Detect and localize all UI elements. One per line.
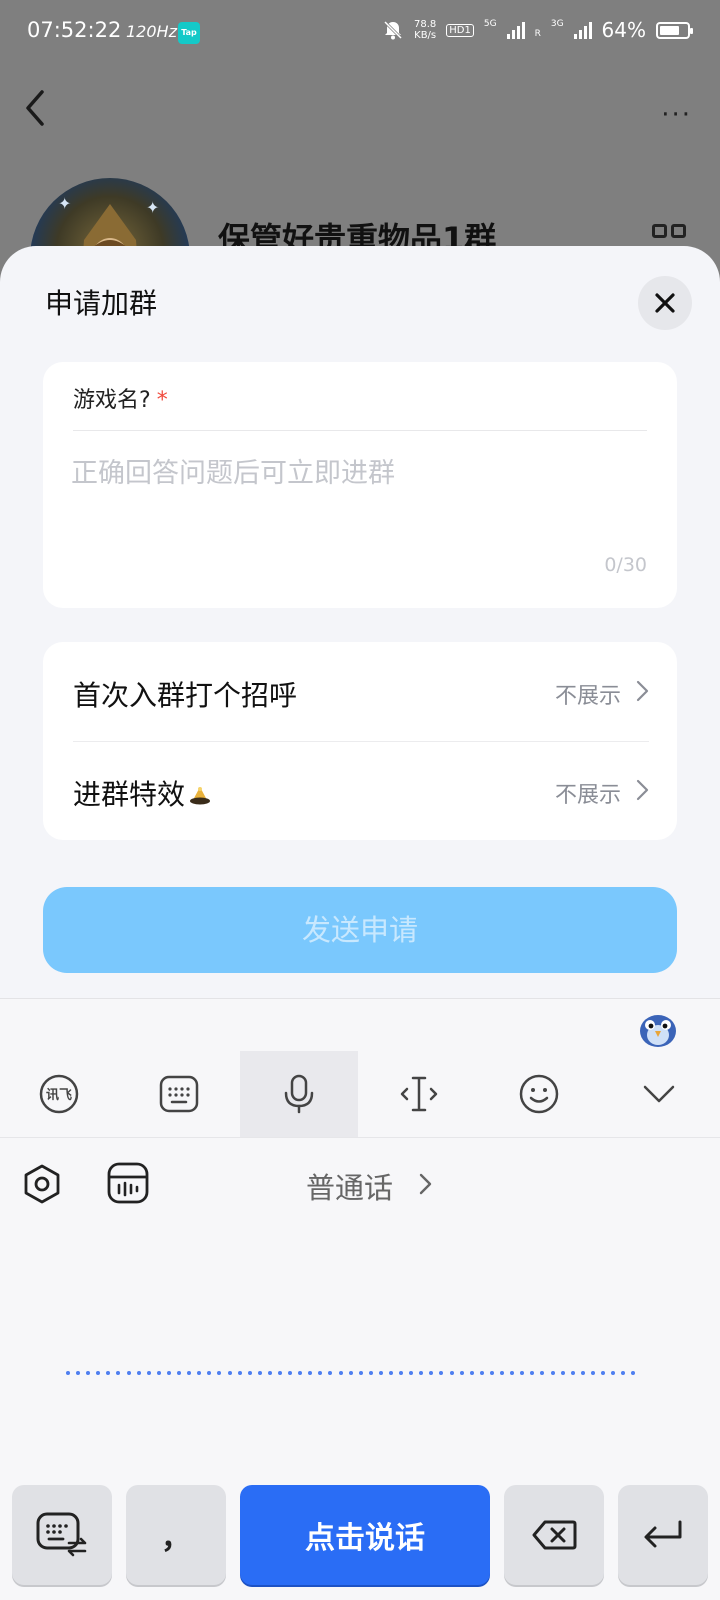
status-bar: 07:52:22 120Hz Tap 78.8 KB/s HD1 5G R 3G … bbox=[0, 0, 720, 66]
signal-icon-2 bbox=[573, 21, 592, 39]
required-mark: * bbox=[156, 388, 168, 413]
hat-icon bbox=[190, 787, 211, 805]
network-speed: 78.8 KB/s bbox=[414, 19, 437, 41]
refresh-rate: 120Hz bbox=[126, 22, 177, 41]
option-greeting[interactable]: 首次入群打个招呼 不展示 bbox=[43, 642, 677, 741]
toolbar-collapse[interactable] bbox=[600, 1051, 718, 1137]
sheet-title: 申请加群 bbox=[45, 287, 158, 320]
enter-icon bbox=[644, 1520, 682, 1548]
voice-options-row: 普通话 bbox=[0, 1139, 720, 1229]
toolbar-emoji[interactable] bbox=[480, 1051, 598, 1137]
question-card: 游戏名?* 0/30 bbox=[43, 362, 677, 608]
qr-code-icon[interactable] bbox=[652, 224, 686, 248]
emoji-icon bbox=[519, 1074, 559, 1114]
comma-key[interactable]: ， bbox=[126, 1485, 226, 1585]
mascot-icon[interactable] bbox=[636, 1009, 680, 1049]
language-selector[interactable]: 普通话 bbox=[306, 1165, 393, 1207]
switch-keyboard-key[interactable] bbox=[12, 1485, 112, 1585]
keyboard-bottom-row: ， 点击说话 bbox=[0, 1485, 720, 1585]
microphone-icon bbox=[284, 1074, 314, 1114]
divider bbox=[0, 1137, 720, 1138]
chevron-right-icon bbox=[636, 779, 649, 801]
back-icon[interactable] bbox=[22, 88, 48, 128]
ime-keyboard: 讯飞 普通话 ， 点击说话 bbox=[0, 998, 720, 1600]
close-icon bbox=[655, 293, 675, 313]
backspace-icon bbox=[532, 1520, 577, 1550]
battery-icon bbox=[656, 21, 693, 39]
backspace-key[interactable] bbox=[504, 1485, 604, 1585]
keyboard-toolbar: 讯飞 bbox=[0, 1051, 720, 1137]
signal-icon bbox=[506, 21, 525, 39]
chevron-right-icon bbox=[636, 680, 649, 702]
taptap-icon: Tap bbox=[178, 22, 200, 44]
iflytek-logo-icon: 讯飞 bbox=[39, 1074, 79, 1114]
chevron-down-icon bbox=[643, 1085, 675, 1103]
voice-waveform bbox=[66, 1371, 636, 1375]
voice-effect-icon[interactable] bbox=[106, 1161, 150, 1205]
toolbar-voice[interactable] bbox=[240, 1051, 358, 1137]
option-join-effect[interactable]: 进群特效 不展示 bbox=[43, 741, 677, 840]
options-card: 首次入群打个招呼 不展示 进群特效 不展示 bbox=[43, 642, 677, 840]
net-5g: 5G bbox=[483, 19, 497, 29]
bell-muted-icon bbox=[383, 20, 403, 40]
status-time: 07:52:22 bbox=[27, 18, 122, 42]
toolbar-keyboard[interactable] bbox=[120, 1051, 238, 1137]
settings-hex-icon[interactable] bbox=[22, 1163, 62, 1205]
tap-to-talk-button[interactable]: 点击说话 bbox=[240, 1485, 490, 1585]
option-label: 首次入群打个招呼 bbox=[73, 679, 298, 712]
svg-text:讯飞: 讯飞 bbox=[46, 1088, 72, 1103]
toolbar-ifly[interactable]: 讯飞 bbox=[0, 1051, 118, 1137]
chevron-right-icon bbox=[419, 1173, 432, 1195]
question-label: 游戏名? * bbox=[73, 388, 168, 413]
send-request-button[interactable]: 发送申请 bbox=[43, 887, 677, 973]
close-button[interactable] bbox=[638, 276, 692, 330]
divider bbox=[73, 430, 647, 431]
keyboard-icon bbox=[159, 1075, 199, 1113]
toolbar-cursor[interactable] bbox=[360, 1051, 478, 1137]
text-cursor-icon bbox=[400, 1076, 438, 1112]
hd-badge: HD1 bbox=[446, 23, 474, 37]
option-label: 进群特效 bbox=[73, 773, 211, 813]
net-3g: 3G bbox=[550, 19, 564, 29]
option-value: 不展示 bbox=[554, 684, 621, 709]
net-roaming: R bbox=[534, 29, 541, 39]
keyboard-switch-icon bbox=[36, 1512, 87, 1557]
join-group-sheet: 申请加群 游戏名?* 0/30 首次入群打个招呼 不展示 进群特效 不展示 发送… bbox=[0, 246, 720, 998]
more-icon[interactable]: ··· bbox=[661, 100, 692, 130]
answer-input[interactable] bbox=[71, 458, 641, 489]
char-counter: 0/30 bbox=[604, 554, 647, 576]
enter-key[interactable] bbox=[618, 1485, 708, 1585]
battery-percent: 64% bbox=[601, 18, 646, 42]
option-value: 不展示 bbox=[554, 783, 621, 808]
